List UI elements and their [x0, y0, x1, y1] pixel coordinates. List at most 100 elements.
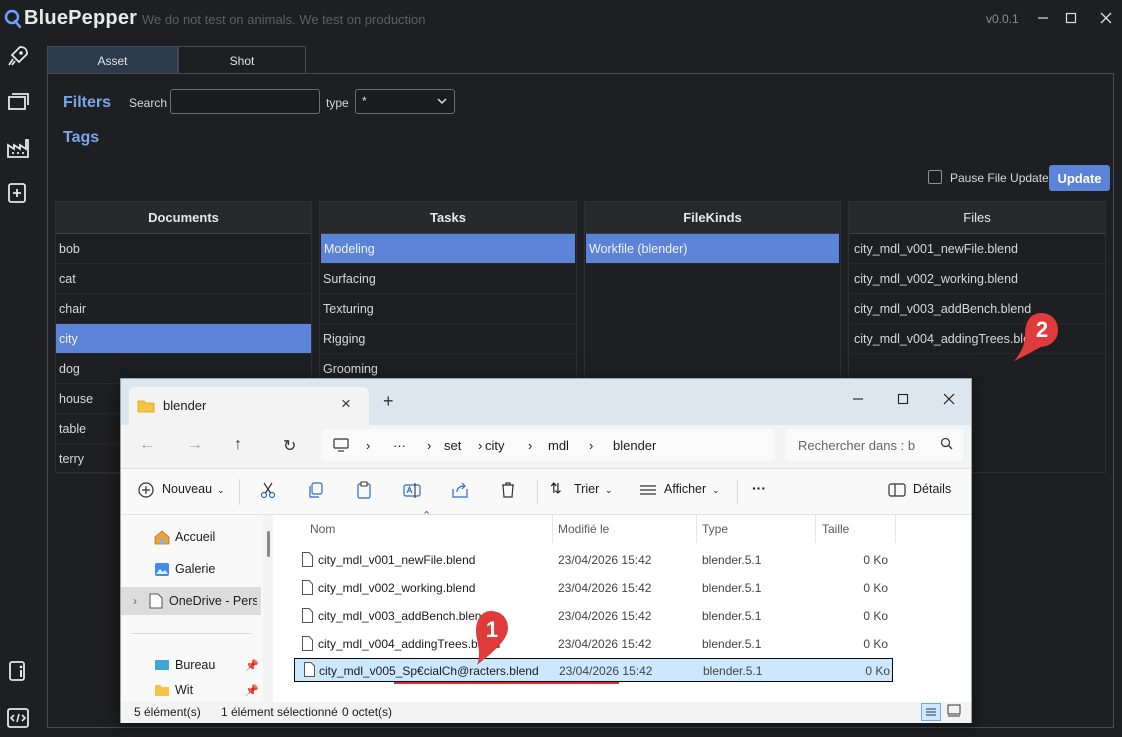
tab-shot[interactable]: Shot: [178, 46, 306, 74]
file-icon: [149, 593, 163, 609]
list-item[interactable]: Rigging: [320, 324, 576, 354]
pause-file-update-checkbox[interactable]: [928, 170, 942, 184]
nav-item-onedrive[interactable]: › OneDrive - Perso: [121, 587, 261, 615]
side-icon-bar: [0, 36, 36, 737]
file-explorer-window: blender × + ← → ↑ ↻ › ··· › set › city ›…: [120, 378, 972, 723]
close-button[interactable]: [1094, 6, 1118, 30]
nav-item-home[interactable]: Accueil: [121, 523, 261, 551]
maximize-button[interactable]: [1059, 6, 1083, 30]
address-bar[interactable]: › ··· › set › city › mdl › blender: [321, 429, 775, 461]
details-view-icon[interactable]: [921, 703, 941, 721]
explorer-minimize-button[interactable]: [843, 385, 873, 413]
explorer-toolbar: Nouveau ⌄ ⇅ Trier ⌄ Afficher ⌄ ··· Détai…: [121, 469, 971, 515]
list-item[interactable]: city_mdl_v001_newFile.blend: [849, 234, 1105, 264]
delete-icon[interactable]: [499, 481, 517, 499]
new-tab-icon[interactable]: +: [383, 391, 394, 412]
column-header-name[interactable]: Nom: [310, 522, 335, 536]
refresh-icon[interactable]: ↻: [283, 436, 296, 456]
breadcrumb-item-mdl[interactable]: mdl: [548, 438, 569, 453]
explorer-close-button[interactable]: [934, 385, 964, 413]
breadcrumb-item-set[interactable]: set: [444, 438, 461, 453]
sort-asc-icon: ⌃: [422, 510, 432, 522]
list-item-selected[interactable]: city: [56, 324, 311, 354]
file-row-selected[interactable]: city_mdl_v005_Sp€cialCh@racters.blend 23…: [294, 658, 893, 682]
list-item[interactable]: Texturing: [320, 294, 576, 324]
back-arrow-icon[interactable]: ←: [139, 436, 155, 454]
app-subtitle: We do not test on animals. We test on pr…: [142, 12, 426, 27]
list-item[interactable]: Surfacing: [320, 264, 576, 294]
nav-scrollbar[interactable]: [267, 531, 270, 557]
breadcrumb-more[interactable]: ···: [393, 438, 406, 453]
tasks-header: Tasks: [320, 202, 576, 234]
annotation-marker-2: 2: [1014, 313, 1058, 361]
code-icon[interactable]: [6, 706, 30, 730]
file-icon: [304, 662, 315, 677]
forward-arrow-icon[interactable]: →: [187, 436, 203, 454]
minimize-button[interactable]: [1031, 6, 1055, 30]
search-input[interactable]: [170, 89, 320, 114]
list-item[interactable]: cat: [56, 264, 311, 294]
list-item[interactable]: city_mdl_v003_addBench.blend: [849, 294, 1105, 324]
tab-asset[interactable]: Asset: [47, 46, 178, 74]
paste-icon[interactable]: [355, 481, 373, 499]
more-options-button[interactable]: ···: [752, 480, 766, 496]
details-pane-icon: [888, 483, 906, 497]
pause-file-update-label: Pause File Update: [950, 171, 1049, 185]
file-row[interactable]: city_mdl_v001_newFile.blend 23/04/2026 1…: [293, 547, 891, 573]
file-row[interactable]: city_mdl_v002_working.blend 23/04/2026 1…: [293, 575, 891, 601]
column-header-modified[interactable]: Modifié le: [558, 522, 609, 536]
rename-icon[interactable]: [403, 481, 421, 499]
list-item[interactable]: city_mdl_v004_addingTrees.blend: [849, 324, 1105, 354]
column-header-size[interactable]: Taille: [822, 522, 849, 536]
up-arrow-icon[interactable]: ↑: [234, 436, 242, 454]
folder-icon: [137, 400, 155, 413]
add-file-icon[interactable]: [6, 181, 30, 205]
annotation-label-2: 2: [1036, 317, 1048, 342]
pin-icon: 📌: [245, 684, 259, 697]
column-header-type[interactable]: Type: [702, 522, 728, 536]
home-icon: [154, 529, 170, 544]
list-item[interactable]: chair: [56, 294, 311, 324]
tiles-view-icon[interactable]: [947, 704, 961, 718]
cut-icon[interactable]: [259, 481, 277, 499]
explorer-tab-title: blender: [163, 398, 207, 413]
nav-item-gallery[interactable]: Galerie: [121, 555, 261, 583]
new-button[interactable]: Nouveau: [162, 482, 212, 496]
breadcrumb-item-city[interactable]: city: [485, 438, 505, 453]
breadcrumb-item-blender[interactable]: blender: [613, 438, 656, 453]
sort-button[interactable]: Trier: [574, 482, 599, 496]
file-row[interactable]: city_mdl_v003_addBench.blend 23/04/2026 …: [293, 603, 891, 629]
list-item[interactable]: bob: [56, 234, 311, 264]
factory-icon[interactable]: [6, 136, 30, 160]
search-icon: [940, 437, 953, 450]
update-button[interactable]: Update: [1049, 165, 1110, 191]
breadcrumb-separator-icon: ›: [427, 438, 432, 453]
list-item[interactable]: city_mdl_v002_working.blend: [849, 264, 1105, 294]
address-row: ← → ↑ ↻ › ··· › set › city › mdl › blend…: [121, 425, 971, 469]
status-count: 5 élément(s): [134, 705, 201, 719]
details-button[interactable]: Détails: [913, 482, 951, 496]
info-icon[interactable]: [6, 659, 30, 683]
type-select[interactable]: *: [355, 89, 455, 114]
file-row[interactable]: city_mdl_v004_addingTrees.blend 23/04/20…: [293, 631, 891, 657]
nav-item-folder[interactable]: Wit 📌: [121, 679, 261, 701]
explorer-maximize-button[interactable]: [888, 385, 918, 413]
nav-item-desktop[interactable]: Bureau 📌: [121, 651, 261, 679]
explorer-search-input[interactable]: Rechercher dans : b: [785, 429, 963, 461]
list-item-selected[interactable]: Workfile (blender): [586, 234, 839, 264]
list-item-selected[interactable]: Modeling: [321, 234, 575, 264]
copy-icon[interactable]: [307, 481, 325, 499]
close-tab-icon[interactable]: ×: [341, 394, 351, 414]
view-button[interactable]: Afficher: [664, 482, 706, 496]
annotation-label-1: 1: [486, 617, 498, 642]
minimize-icon: [1038, 17, 1048, 19]
maximize-icon: [897, 393, 909, 405]
rocket-icon[interactable]: [6, 44, 30, 68]
stack-icon[interactable]: [6, 89, 30, 113]
annotation-marker-1: 1: [476, 611, 508, 665]
app-logo: BluePepper: [4, 7, 137, 30]
explorer-tab[interactable]: blender ×: [129, 387, 369, 425]
desktop-icon: [155, 660, 169, 670]
share-icon[interactable]: [451, 481, 469, 499]
minimize-icon: [853, 398, 863, 400]
